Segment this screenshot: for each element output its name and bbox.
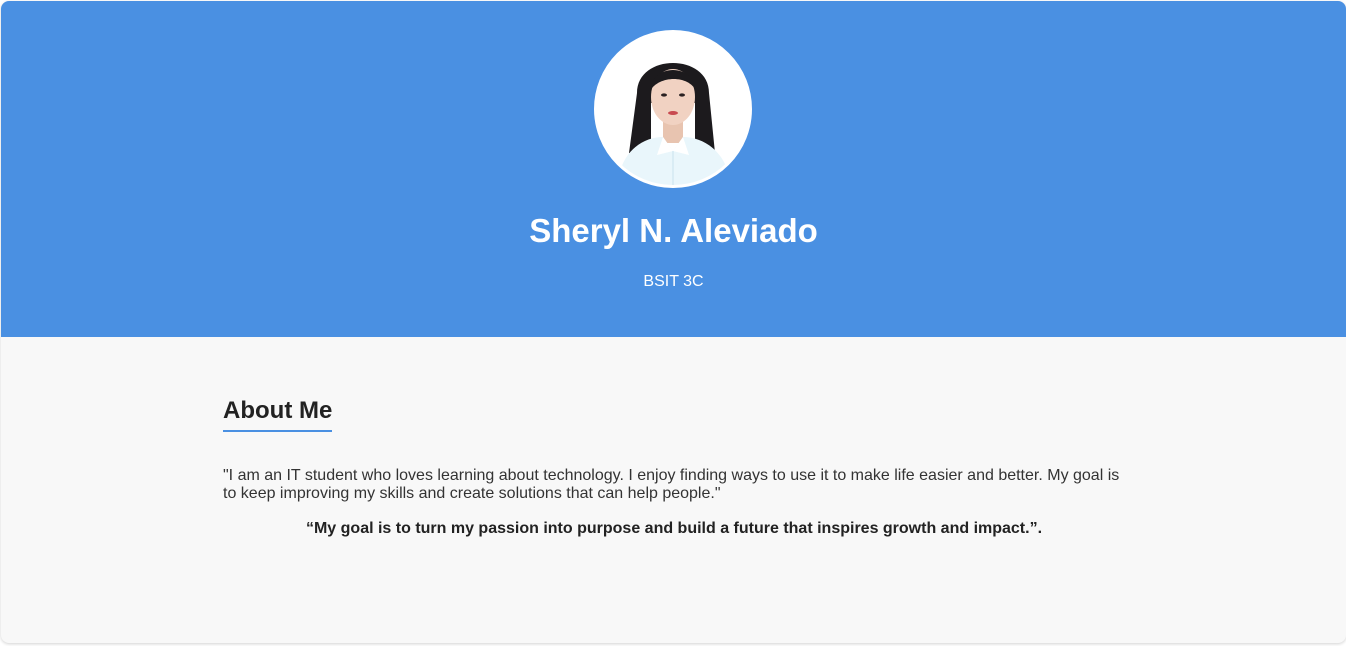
about-title: About Me <box>223 397 333 432</box>
about-quote: “My goal is to turn my passion into purp… <box>305 520 1043 537</box>
about-text: "I am an IT student who loves learning a… <box>223 467 1120 502</box>
avatar <box>594 30 752 188</box>
profile-course: BSIT 3C <box>643 273 704 290</box>
profile-photo <box>597 33 749 185</box>
profile-name: Sheryl N. Aleviado <box>529 212 818 249</box>
profile-header: Sheryl N. Aleviado BSIT 3C <box>1 1 1346 337</box>
profile-card: Sheryl N. Aleviado BSIT 3C About Me "I a… <box>1 1 1346 643</box>
about-section: About Me "I am an IT student who loves l… <box>223 337 1125 539</box>
